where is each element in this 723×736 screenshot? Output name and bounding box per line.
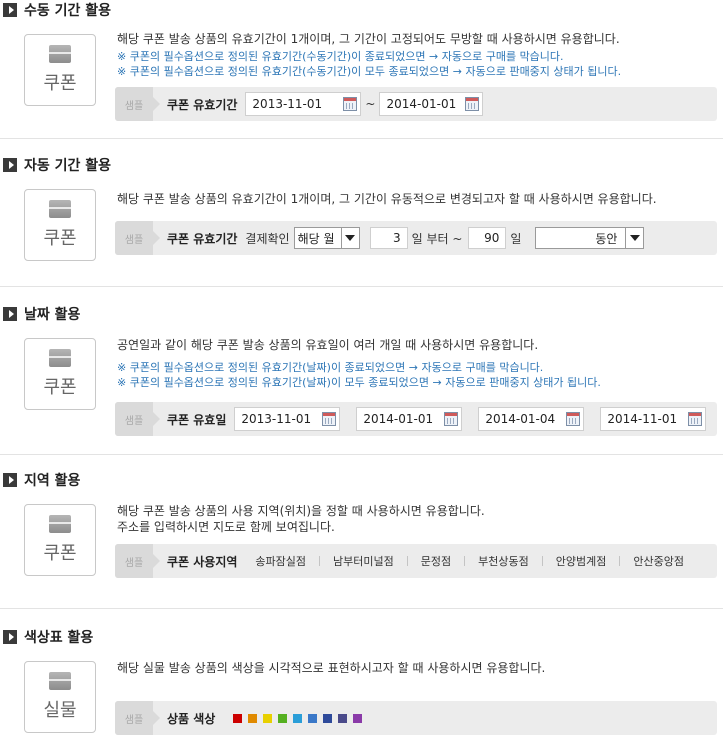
bar-label: 쿠폰 유효일: [167, 412, 227, 427]
section-divider: [0, 454, 723, 455]
period-select[interactable]: 동안: [535, 227, 645, 249]
region-separator: [406, 556, 408, 566]
section-title: 수동 기간 활용: [3, 0, 111, 20]
product-icon: [49, 672, 71, 690]
coupon-thumbnail: 쿠폰: [24, 338, 96, 410]
bullet-arrow-icon: [3, 3, 17, 17]
section-title: 색상표 활용: [3, 627, 93, 647]
section-description: 해당 쿠폰 발송 상품의 사용 지역(위치)을 정할 때 사용하시면 유용합니다…: [117, 504, 485, 518]
bullet-arrow-icon: [3, 307, 17, 321]
sample-tag: 샘플: [115, 544, 160, 578]
coupon-icon: [49, 349, 71, 367]
region-item[interactable]: 안양범계점: [556, 553, 607, 569]
color-swatch[interactable]: [278, 713, 288, 723]
region-item[interactable]: 부천상동점: [478, 553, 529, 569]
coupon-icon: [49, 45, 71, 63]
color-swatch[interactable]: [353, 713, 363, 723]
section-auto-period: 자동 기간 활용 쿠폰 해당 쿠폰 발송 상품의 유효기간이 1개이며, 그 기…: [0, 155, 723, 285]
date-field[interactable]: 2014-01-01: [356, 407, 463, 431]
coupon-thumbnail: 쿠폰: [24, 504, 96, 576]
section-description-2: 주소를 입력하시면 지도로 함께 보여집니다.: [117, 520, 335, 534]
bar-label: 쿠폰 사용지역: [167, 554, 238, 569]
sample-tag: 샘플: [115, 87, 160, 121]
region-separator: [541, 556, 543, 566]
color-swatch[interactable]: [293, 713, 303, 723]
section-date: 날짜 활용 쿠폰 공연일과 같이 해당 쿠폰 발송 상품의 유효일이 여러 개일…: [0, 304, 723, 454]
section-divider: [0, 608, 723, 609]
coupon-thumbnail: 쿠폰: [24, 34, 96, 106]
bullet-arrow-icon: [3, 158, 17, 172]
bullet-arrow-icon: [3, 630, 17, 644]
sample-bar: 샘플 쿠폰 유효일 2013-11-01 2014-01-01 2014-01-…: [115, 402, 717, 436]
start-date-field[interactable]: 2013-11-01: [245, 92, 362, 116]
range-tilde: ~: [365, 97, 376, 111]
date-field[interactable]: 2014-11-01: [600, 407, 707, 431]
sample-tag: 샘플: [115, 701, 160, 735]
region-item[interactable]: 안산중앙점: [633, 553, 684, 569]
day-unit-label: 일: [510, 231, 522, 246]
section-note: ※ 쿠폰의 필수옵션으로 정의된 유효기간(수동기간)이 종료되었으면 → 자동…: [117, 50, 564, 63]
section-description: 공연일과 같이 해당 쿠폰 발송 상품의 유효일이 여러 개일 때 사용하시면 …: [117, 338, 539, 352]
color-swatch[interactable]: [248, 713, 258, 723]
product-thumbnail: 실물: [24, 661, 96, 733]
region-item[interactable]: 문정점: [421, 553, 451, 569]
bar-label: 상품 색상: [167, 711, 216, 726]
color-swatches: [233, 713, 363, 723]
section-note: ※ 쿠폰의 필수옵션으로 정의된 유효기간(수동기간)이 모두 종료되었으면 →…: [117, 65, 622, 78]
bar-label: 쿠폰 유효기간: [167, 97, 238, 112]
coupon-thumbnail: 쿠폰: [24, 189, 96, 261]
section-title: 지역 활용: [3, 470, 80, 490]
confirm-label: 결제확인: [245, 231, 290, 246]
chevron-down-icon[interactable]: [625, 228, 643, 248]
bar-label: 쿠폰 유효기간: [167, 231, 238, 246]
region-separator: [319, 556, 321, 566]
date-field[interactable]: 2013-11-01: [234, 407, 341, 431]
section-manual-period: 수동 기간 활용 쿠폰 해당 쿠폰 발송 상품의 유효기간이 1개이며, 그 기…: [0, 0, 723, 140]
section-divider: [0, 138, 723, 139]
region-separator: [619, 556, 621, 566]
calendar-icon[interactable]: [343, 97, 358, 111]
sample-bar: 샘플 상품 색상: [115, 701, 717, 735]
calendar-icon[interactable]: [688, 412, 703, 426]
region-item[interactable]: 송파잠실점: [255, 553, 306, 569]
date-field[interactable]: 2014-01-04: [478, 407, 585, 431]
region-item[interactable]: 남부터미널점: [333, 553, 394, 569]
section-description: 해당 쿠폰 발송 상품의 유효기간이 1개이며, 그 기간이 고정되어도 무방할…: [117, 32, 620, 46]
color-swatch[interactable]: [308, 713, 318, 723]
section-note: ※ 쿠폰의 필수옵션으로 정의된 유효기간(날짜)이 모두 종료되었으면 → 자…: [117, 376, 601, 389]
sample-bar: 샘플 쿠폰 사용지역 송파잠실점 남부터미널점 문정점 부천상동점 안양범계점 …: [115, 544, 717, 578]
from-label: 일 부터 ~: [411, 231, 463, 246]
section-title: 날짜 활용: [3, 304, 80, 324]
sample-bar: 샘플 쿠폰 유효기간 2013-11-01 ~ 2014-01-01: [115, 87, 717, 121]
calendar-icon[interactable]: [322, 412, 337, 426]
section-color-chart: 색상표 활용 실물 해당 실물 발송 상품의 색상을 시각적으로 표현하시고자 …: [0, 627, 723, 736]
calendar-icon[interactable]: [566, 412, 581, 426]
section-note: ※ 쿠폰의 필수옵션으로 정의된 유효기간(날짜)이 종료되었으면 → 자동으로…: [117, 361, 544, 374]
section-title: 자동 기간 활용: [3, 155, 111, 175]
month-select[interactable]: 해당 월: [293, 227, 360, 249]
day-input[interactable]: 3: [369, 227, 408, 249]
sample-tag: 샘플: [115, 221, 160, 255]
region-separator: [464, 556, 466, 566]
section-description: 해당 실물 발송 상품의 색상을 시각적으로 표현하시고자 할 때 사용하시면 …: [117, 661, 546, 675]
color-swatch[interactable]: [323, 713, 333, 723]
section-description: 해당 쿠폰 발송 상품의 유효기간이 1개이며, 그 기간이 유동적으로 변경되…: [117, 192, 657, 206]
sample-bar: 샘플 쿠폰 유효기간 결제확인 해당 월 3 일 부터 ~ 90 일 동안: [115, 221, 717, 255]
coupon-icon: [49, 200, 71, 218]
duration-input[interactable]: 90: [468, 227, 507, 249]
end-date-field[interactable]: 2014-01-01: [379, 92, 484, 116]
calendar-icon[interactable]: [444, 412, 459, 426]
coupon-icon: [49, 515, 71, 533]
color-swatch[interactable]: [233, 713, 243, 723]
calendar-icon[interactable]: [465, 97, 480, 111]
chevron-down-icon[interactable]: [340, 228, 359, 248]
color-swatch[interactable]: [338, 713, 348, 723]
section-divider: [0, 286, 723, 287]
color-swatch[interactable]: [263, 713, 273, 723]
sample-tag: 샘플: [115, 402, 160, 436]
bullet-arrow-icon: [3, 473, 17, 487]
section-region: 지역 활용 쿠폰 해당 쿠폰 발송 상품의 사용 지역(위치)을 정할 때 사용…: [0, 470, 723, 610]
